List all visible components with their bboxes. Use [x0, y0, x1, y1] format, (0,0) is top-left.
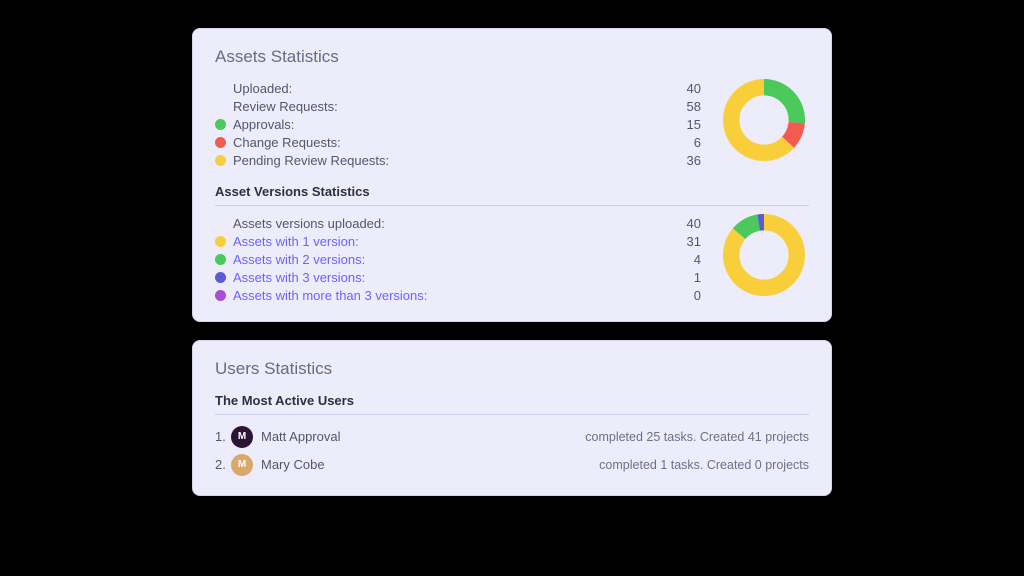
user-activity-summary: completed 25 tasks. Created 41 projects — [585, 430, 809, 444]
user-rank: 1. — [215, 429, 231, 444]
legend-dot — [215, 272, 226, 283]
users-card-title: Users Statistics — [215, 359, 809, 379]
stat-row: Assets with 3 versions:1 — [215, 269, 707, 287]
stat-value: 40 — [659, 81, 707, 96]
assets-overview-block: Uploaded:40Review Requests:58Approvals:1… — [215, 79, 809, 170]
stat-label: Approvals: — [233, 117, 659, 132]
user-row: 1.M Matt Approvalcompleted 25 tasks. Crea… — [215, 423, 809, 451]
stat-row: Pending Review Requests:36 — [215, 152, 707, 170]
user-rank: 2. — [215, 457, 231, 472]
active-users-list: 1.M Matt Approvalcompleted 25 tasks. Crea… — [215, 423, 809, 479]
stat-row: Assets with 2 versions:4 — [215, 250, 707, 268]
assets-statistics-card: Assets Statistics Uploaded:40Review Requ… — [192, 28, 832, 322]
stat-value: 58 — [659, 99, 707, 114]
assets-card-title: Assets Statistics — [215, 47, 809, 67]
asset-versions-donut — [723, 214, 805, 296]
stat-row: Change Requests:6 — [215, 134, 707, 152]
stat-value: 36 — [659, 153, 707, 168]
user-row: 2.M Mary Cobecompleted 1 tasks. Created 0… — [215, 451, 809, 479]
stat-row: Assets versions uploaded:40 — [215, 214, 707, 232]
stat-value: 15 — [659, 117, 707, 132]
stat-row: Uploaded:40 — [215, 79, 707, 97]
legend-dot — [215, 119, 226, 130]
legend-dot — [215, 254, 226, 265]
stat-row: Assets with more than 3 versions:0 — [215, 287, 707, 305]
stat-label: Uploaded: — [233, 81, 659, 96]
asset-versions-title: Asset Versions Statistics — [215, 184, 809, 206]
stat-row: Review Requests:58 — [215, 97, 707, 115]
user-name[interactable]: Matt Approval — [261, 429, 585, 444]
stat-label-link[interactable]: Assets with more than 3 versions: — [233, 288, 659, 303]
stat-value: 1 — [659, 270, 707, 285]
legend-dot — [215, 155, 226, 166]
avatar[interactable]: M — [231, 426, 253, 448]
user-name[interactable]: Mary Cobe — [261, 457, 599, 472]
stat-label-link[interactable]: Assets with 2 versions: — [233, 252, 659, 267]
stat-value: 31 — [659, 234, 707, 249]
users-statistics-card: Users Statistics The Most Active Users 1… — [192, 340, 832, 496]
stat-label-link[interactable]: Assets with 3 versions: — [233, 270, 659, 285]
stat-value: 40 — [659, 216, 707, 231]
avatar[interactable]: M — [231, 454, 253, 476]
stat-label: Pending Review Requests: — [233, 153, 659, 168]
asset-versions-block: Assets versions uploaded:40Assets with 1… — [215, 214, 809, 305]
stat-value: 4 — [659, 252, 707, 267]
stat-label: Assets versions uploaded: — [233, 216, 659, 231]
legend-dot — [215, 290, 226, 301]
asset-versions-table: Assets versions uploaded:40Assets with 1… — [215, 214, 707, 305]
stat-row: Approvals:15 — [215, 115, 707, 133]
stat-value: 6 — [659, 135, 707, 150]
review-requests-donut — [723, 79, 805, 161]
legend-dot — [215, 137, 226, 148]
stat-label: Review Requests: — [233, 99, 659, 114]
assets-stats-table: Uploaded:40Review Requests:58Approvals:1… — [215, 79, 707, 170]
stat-label: Change Requests: — [233, 135, 659, 150]
legend-dot — [215, 236, 226, 247]
stat-value: 0 — [659, 288, 707, 303]
user-activity-summary: completed 1 tasks. Created 0 projects — [599, 458, 809, 472]
most-active-users-title: The Most Active Users — [215, 393, 809, 415]
stat-label-link[interactable]: Assets with 1 version: — [233, 234, 659, 249]
stat-row: Assets with 1 version:31 — [215, 232, 707, 250]
